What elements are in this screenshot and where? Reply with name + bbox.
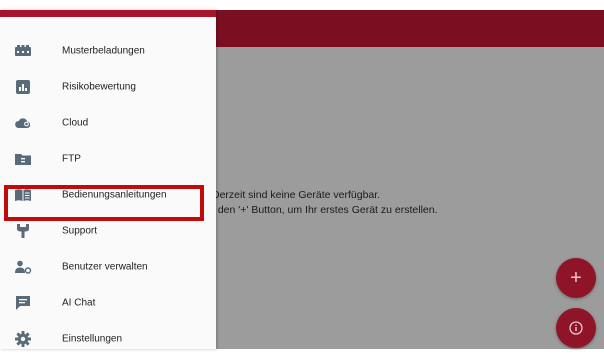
menu-item-label: Musterbeladungen bbox=[62, 45, 145, 57]
menu-item-label: Einstellungen bbox=[62, 333, 123, 345]
navigation-drawer: Musterbeladungen Risikobewertung Cloud F… bbox=[0, 10, 216, 349]
cloud-icon bbox=[14, 114, 32, 132]
menu-item-cloud[interactable]: Cloud bbox=[0, 105, 216, 141]
menu-item-risikobewertung[interactable]: Risikobewertung bbox=[0, 69, 216, 105]
manual-book-icon bbox=[14, 186, 32, 204]
menu-item-label: Benutzer verwalten bbox=[62, 261, 148, 273]
menu-item-ai-chat[interactable]: AI Chat bbox=[0, 285, 216, 321]
menu-item-label: Bedienungsanleitungen bbox=[62, 189, 167, 201]
menu-item-musterbeladungen[interactable]: Musterbeladungen bbox=[0, 33, 216, 69]
risk-assessment-icon bbox=[14, 78, 32, 96]
menu-item-einstellungen[interactable]: Einstellungen bbox=[0, 321, 216, 357]
menu-item-benutzer-verwalten[interactable]: Benutzer verwalten bbox=[0, 249, 216, 285]
menu-item-label: FTP bbox=[62, 153, 81, 165]
user-settings-icon bbox=[14, 258, 32, 276]
load-pattern-icon bbox=[14, 42, 32, 60]
empty-state-line-1: Derzeit sind keine Geräte verfügbar. bbox=[212, 189, 381, 201]
menu-item-label: Cloud bbox=[62, 117, 89, 129]
empty-state-line-2: f den '+' Button, um Ihr erstes Gerät zu… bbox=[212, 204, 438, 216]
menu-item-ftp[interactable]: FTP bbox=[0, 141, 216, 177]
chat-icon bbox=[14, 294, 32, 312]
gear-icon bbox=[14, 330, 32, 348]
info-button[interactable] bbox=[556, 308, 596, 348]
menu-item-label: Support bbox=[62, 225, 98, 237]
add-device-button[interactable]: + bbox=[556, 258, 596, 298]
menu-item-label: AI Chat bbox=[62, 297, 96, 309]
plus-icon: + bbox=[570, 267, 582, 289]
menu-item-bedienungsanleitungen[interactable]: Bedienungsanleitungen bbox=[0, 177, 216, 213]
menu-item-label: Risikobewertung bbox=[62, 81, 136, 93]
empty-state-message: Derzeit sind keine Geräte verfügbar. f d… bbox=[212, 188, 602, 218]
wrench-icon bbox=[14, 222, 32, 240]
menu-item-support[interactable]: Support bbox=[0, 213, 216, 249]
info-icon bbox=[569, 321, 583, 335]
ftp-folder-icon bbox=[14, 150, 32, 168]
